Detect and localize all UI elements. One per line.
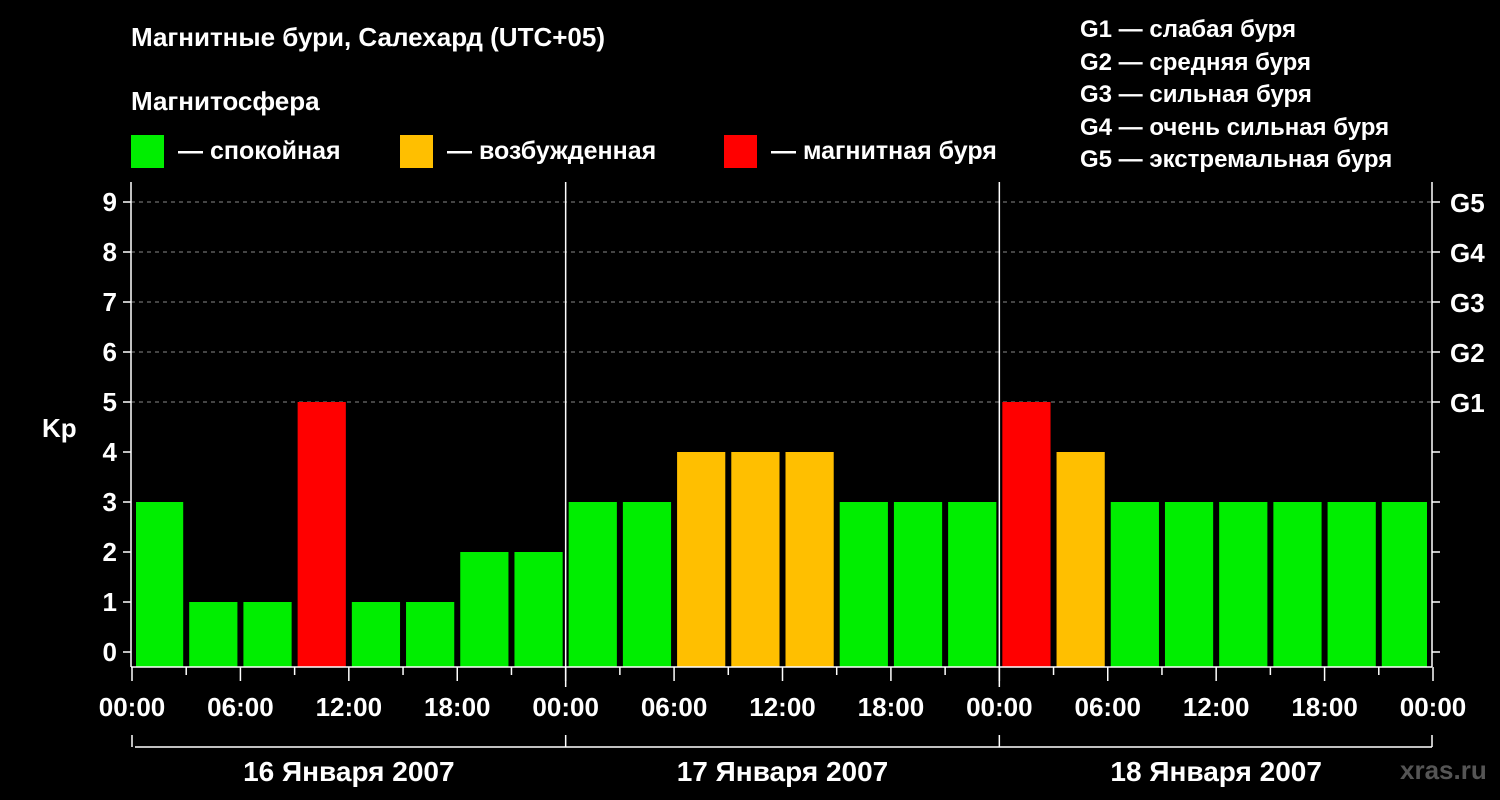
g-level-label: G3	[1450, 288, 1485, 318]
y-tick-label: 9	[103, 187, 117, 217]
bar	[785, 452, 834, 667]
x-tick-label: 18:00	[858, 692, 925, 722]
bars	[136, 402, 1427, 667]
g-level-label: G2	[1450, 338, 1485, 368]
bar	[243, 602, 292, 667]
y-tick-label: 7	[103, 287, 117, 317]
bar	[406, 602, 455, 667]
bar	[1002, 402, 1051, 667]
x-tick-label: 06:00	[207, 692, 274, 722]
y-tick-label: 5	[103, 387, 117, 417]
y-tick-label: 3	[103, 487, 117, 517]
g-level-label: G5	[1450, 188, 1485, 218]
kp-bar-chart: 0 1 2 3 4 5 6 7 8 9 G1 G2 G3 G4 G5 Kp 00:00 06:00 12:00 18:…	[42, 182, 1485, 787]
day-label: 18 Января 2007	[1110, 756, 1322, 787]
grid-lines	[131, 201, 1432, 403]
g-level-label: G1	[1450, 388, 1485, 418]
bar	[514, 552, 563, 667]
y-tick-label: 0	[103, 637, 117, 667]
x-tick-label: 06:00	[641, 692, 708, 722]
bar	[1056, 452, 1105, 667]
bar	[351, 602, 401, 667]
y-axis-label: Kp	[42, 413, 77, 443]
bar	[1164, 502, 1214, 667]
bar	[731, 452, 780, 667]
x-tick-label: 12:00	[749, 692, 816, 722]
bar	[1219, 502, 1268, 667]
bar	[839, 502, 888, 667]
bar	[622, 502, 672, 667]
x-tick-label: 18:00	[1291, 692, 1358, 722]
y-tick-label: 1	[103, 587, 117, 617]
x-tick-label: 00:00	[966, 692, 1033, 722]
watermark: xras.ru	[1400, 755, 1487, 785]
bar	[297, 402, 346, 667]
x-tick-label: 00:00	[99, 692, 166, 722]
g-level-label: G4	[1450, 238, 1485, 268]
x-tick-label: 06:00	[1075, 692, 1142, 722]
bar	[1416, 502, 1427, 667]
y-tick-label: 2	[103, 537, 117, 567]
day-label: 17 Января 2007	[677, 756, 889, 787]
y-tick-label: 6	[103, 337, 117, 367]
bar	[893, 502, 943, 667]
bar	[460, 552, 509, 667]
x-tick-label: 12:00	[1183, 692, 1250, 722]
x-tick-label: 18:00	[424, 692, 491, 722]
x-tick-label: 00:00	[1400, 692, 1467, 722]
day-label: 16 Января 2007	[243, 756, 455, 787]
bar	[136, 502, 184, 667]
bar	[568, 502, 617, 667]
bar	[1273, 502, 1322, 667]
y-tick-label: 4	[103, 437, 118, 467]
y-tick-label: 8	[103, 237, 117, 267]
bar	[677, 452, 726, 667]
x-tick-label: 00:00	[532, 692, 599, 722]
x-tick-label: 12:00	[316, 692, 383, 722]
bar	[948, 502, 997, 667]
bar	[1110, 502, 1159, 667]
bar	[189, 602, 238, 667]
bar	[1327, 502, 1376, 667]
